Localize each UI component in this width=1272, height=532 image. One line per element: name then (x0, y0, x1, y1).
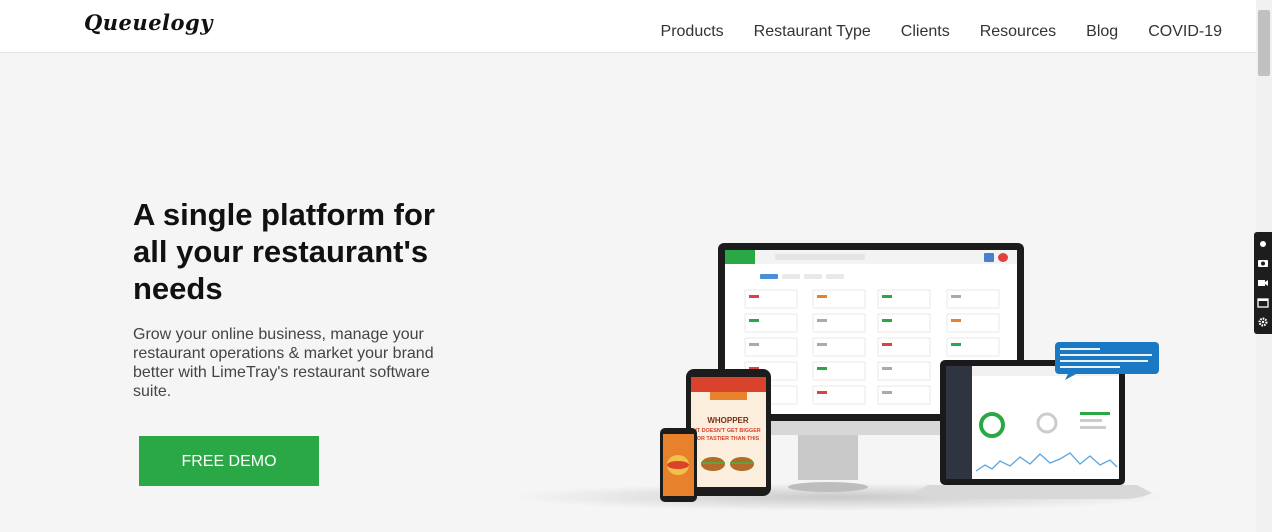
window-icon[interactable] (1257, 297, 1269, 309)
hero-subtitle: Grow your online business, manage your r… (133, 326, 434, 400)
logo[interactable]: Queuelogy (84, 10, 213, 35)
tablet-device: WHOPPER IT DOESN'T GET BIGGER OR TASTIER… (686, 369, 771, 496)
record-dot-icon[interactable] (1257, 238, 1269, 250)
devices-illustration: WHOPPER IT DOESN'T GET BIGGER OR TASTIER… (520, 243, 1165, 511)
nav-products[interactable]: Products (661, 23, 724, 41)
camera-icon[interactable] (1257, 257, 1269, 269)
gear-icon[interactable] (1257, 316, 1269, 328)
ad-line2: IT DOESN'T GET BIGGER (695, 428, 760, 434)
nav-restaurant-type[interactable]: Restaurant Type (754, 23, 871, 41)
laptop-device (913, 360, 1152, 499)
site-header: Queuelogy Products Restaurant Type Clien… (0, 0, 1256, 53)
nav-resources[interactable]: Resources (980, 23, 1056, 41)
side-toolbar (1254, 232, 1272, 334)
ad-line1: WHOPPER (707, 416, 749, 425)
scrollbar-thumb[interactable] (1258, 10, 1270, 76)
ad-line3: OR TASTIER THAN THIS (697, 436, 760, 442)
phone-device (660, 428, 697, 502)
hero-title: A single platform for all your restauran… (133, 197, 435, 306)
nav-blog[interactable]: Blog (1086, 23, 1118, 41)
nav-covid-19[interactable]: COVID-19 (1148, 23, 1222, 41)
main-nav: Products Restaurant Type Clients Resourc… (661, 23, 1222, 41)
video-icon[interactable] (1257, 277, 1269, 289)
free-demo-button[interactable]: FREE DEMO (139, 436, 319, 486)
nav-clients[interactable]: Clients (901, 23, 950, 41)
